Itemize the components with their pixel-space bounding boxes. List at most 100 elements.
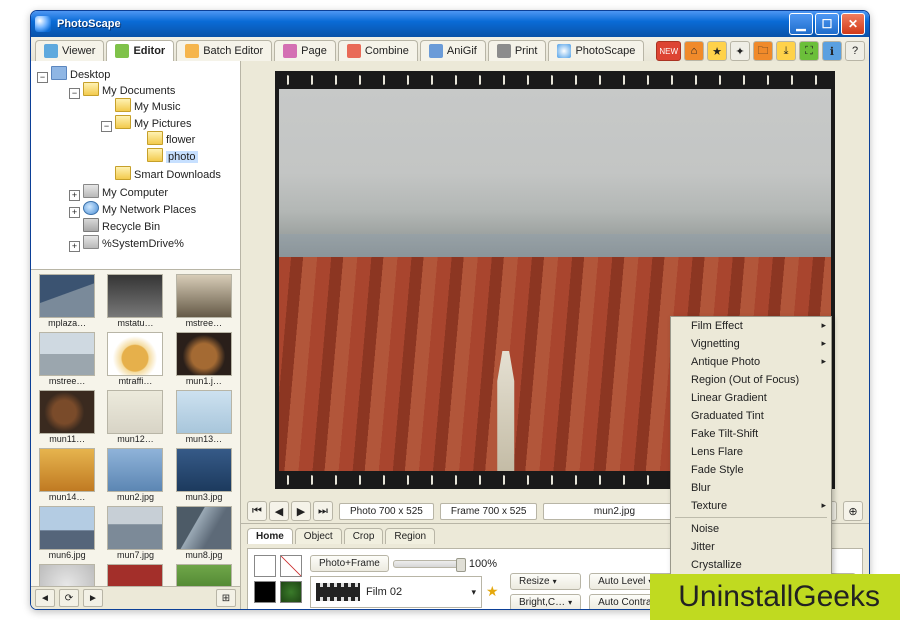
home-icon[interactable]: ⌂ bbox=[684, 41, 704, 61]
thumbnail-item[interactable] bbox=[103, 564, 167, 586]
menu-fade-style[interactable]: Fade Style bbox=[671, 461, 831, 479]
menu-lens-flare[interactable]: Lens Flare bbox=[671, 443, 831, 461]
save-icon[interactable]: ⤓ bbox=[776, 41, 796, 61]
thumbnail-item[interactable]: mplaza… bbox=[35, 274, 99, 328]
tree-flower[interactable]: flower bbox=[131, 130, 238, 147]
thumbnail-item[interactable]: mun12… bbox=[103, 390, 167, 444]
tree-my-music-label: My Music bbox=[134, 101, 180, 113]
tree-systemdrive[interactable]: +%SystemDrive% bbox=[67, 234, 238, 251]
menu-graduated-tint[interactable]: Graduated Tint bbox=[671, 407, 831, 425]
thumbnail-item[interactable]: mun3.jpg bbox=[172, 448, 236, 502]
tree-my-pictures[interactable]: −My Pictures flower photo bbox=[99, 114, 238, 165]
info-icon[interactable]: ℹ bbox=[822, 41, 842, 61]
thumbnail-item[interactable]: mun7.jpg bbox=[103, 506, 167, 560]
thumbnail-item[interactable]: mun11… bbox=[35, 390, 99, 444]
thumbnail-item[interactable]: mun8.jpg bbox=[172, 506, 236, 560]
gear-icon[interactable]: ✦ bbox=[730, 41, 750, 61]
thumbnail-caption: mstree… bbox=[186, 318, 223, 328]
nav-first-button[interactable]: ⏮ bbox=[247, 501, 267, 521]
opacity-slider[interactable] bbox=[393, 560, 465, 568]
thumbnail-item[interactable]: mun14… bbox=[35, 448, 99, 502]
thumbnail-image bbox=[39, 506, 95, 550]
thumbnail-item[interactable]: mstree… bbox=[172, 274, 236, 328]
tab-combine[interactable]: Combine bbox=[338, 40, 418, 61]
thumbnail-item[interactable]: mtraffi… bbox=[103, 332, 167, 386]
thumb-zoom-button[interactable]: ⊞ bbox=[216, 589, 236, 607]
thumbnail-item[interactable]: mun1.j… bbox=[172, 332, 236, 386]
thumb-prev-button[interactable]: ◄ bbox=[35, 589, 55, 607]
thumbnail-item[interactable]: mun13… bbox=[172, 390, 236, 444]
new-badge[interactable]: NEW bbox=[656, 41, 681, 61]
frame-select[interactable]: Film 02 ▾ bbox=[310, 576, 482, 608]
tab-batch-editor[interactable]: Batch Editor bbox=[176, 40, 272, 61]
bright-button[interactable]: Bright,C… bbox=[510, 594, 581, 610]
thumbnail-caption: mun8.jpg bbox=[185, 550, 222, 560]
favorite-star-icon[interactable]: ★ bbox=[486, 584, 502, 600]
menu-film-effect[interactable]: Film Effect bbox=[671, 317, 831, 335]
tab-viewer[interactable]: Viewer bbox=[35, 40, 104, 61]
thumbnail-item[interactable] bbox=[35, 564, 99, 586]
thumbnail-item[interactable]: mstatu… bbox=[103, 274, 167, 328]
tree-photo[interactable]: photo bbox=[131, 147, 238, 164]
thumb-refresh-button[interactable]: ⟳ bbox=[59, 589, 79, 607]
resize-button[interactable]: Resize bbox=[510, 573, 581, 590]
thumbnail-caption: mun7.jpg bbox=[117, 550, 154, 560]
tab-editor-label: Editor bbox=[133, 45, 165, 57]
tree-my-documents[interactable]: −My Documents My Music −My Pictures flow… bbox=[67, 81, 238, 183]
thumbnail-caption: mun14… bbox=[49, 492, 86, 502]
nav-last-button[interactable]: ⏭ bbox=[313, 501, 333, 521]
thumbnail-image bbox=[107, 448, 163, 492]
fullscreen-icon[interactable]: ⛶ bbox=[799, 41, 819, 61]
subtab-object[interactable]: Object bbox=[295, 528, 342, 544]
menu-jitter[interactable]: Jitter bbox=[671, 538, 831, 556]
minimize-button[interactable] bbox=[789, 13, 813, 35]
maximize-button[interactable] bbox=[815, 13, 839, 35]
tree-my-computer[interactable]: +My Computer bbox=[67, 183, 238, 200]
tree-smart-downloads[interactable]: Smart Downloads bbox=[99, 165, 238, 182]
menu-texture[interactable]: Texture bbox=[671, 497, 831, 515]
thumbnail-item[interactable] bbox=[172, 564, 236, 586]
folder-tree[interactable]: −Desktop −My Documents My Music −My Pict… bbox=[31, 61, 240, 270]
subtab-region[interactable]: Region bbox=[385, 528, 435, 544]
tab-editor[interactable]: Editor bbox=[106, 40, 174, 61]
subtab-crop[interactable]: Crop bbox=[344, 528, 384, 544]
tab-viewer-label: Viewer bbox=[62, 45, 95, 57]
swatch-none[interactable] bbox=[280, 555, 302, 577]
menu-noise[interactable]: Noise bbox=[671, 520, 831, 538]
tab-print[interactable]: Print bbox=[488, 40, 547, 61]
tab-photoscape[interactable]: PhotoScape bbox=[548, 40, 644, 61]
nav-next-button[interactable]: ▶ bbox=[291, 501, 311, 521]
menu-vignetting[interactable]: Vignetting bbox=[671, 335, 831, 353]
thumbnail-pane[interactable]: mplaza…mstatu…mstree…mstree…mtraffi…mun1… bbox=[31, 270, 240, 586]
close-button[interactable] bbox=[841, 13, 865, 35]
star-icon[interactable]: ★ bbox=[707, 41, 727, 61]
tree-recycle-bin[interactable]: Recycle Bin bbox=[67, 217, 238, 234]
thumbnail-item[interactable]: mun2.jpg bbox=[103, 448, 167, 502]
tree-my-music[interactable]: My Music bbox=[99, 97, 238, 114]
tab-page[interactable]: Page bbox=[274, 40, 336, 61]
tree-desktop[interactable]: −Desktop −My Documents My Music −My Pict… bbox=[35, 65, 238, 252]
tree-my-network-places[interactable]: +My Network Places bbox=[67, 200, 238, 217]
menu-region-oof[interactable]: Region (Out of Focus) bbox=[671, 371, 831, 389]
menu-antique-photo[interactable]: Antique Photo bbox=[671, 353, 831, 371]
photo-frame-button[interactable]: Photo+Frame bbox=[310, 555, 389, 572]
nav-prev-button[interactable]: ◀ bbox=[269, 501, 289, 521]
folder-icon[interactable]: 🗀 bbox=[753, 41, 773, 61]
menu-linear-gradient[interactable]: Linear Gradient bbox=[671, 389, 831, 407]
menu-blur[interactable]: Blur bbox=[671, 479, 831, 497]
swatch-texture[interactable] bbox=[280, 581, 302, 603]
menu-crystallize[interactable]: Crystallize bbox=[671, 556, 831, 574]
help-icon[interactable]: ? bbox=[845, 41, 865, 61]
swatch-white[interactable] bbox=[254, 555, 276, 577]
zoom-in-button[interactable]: ⊕ bbox=[843, 501, 863, 521]
thumbnail-caption: mun12… bbox=[117, 434, 154, 444]
subtab-home[interactable]: Home bbox=[247, 528, 293, 544]
thumbnail-item[interactable]: mun6.jpg bbox=[35, 506, 99, 560]
thumbnail-caption: mun1.j… bbox=[186, 376, 222, 386]
menu-fake-tilt-shift[interactable]: Fake Tilt-Shift bbox=[671, 425, 831, 443]
thumbnail-caption: mstree… bbox=[49, 376, 86, 386]
swatch-black[interactable] bbox=[254, 581, 276, 603]
thumbnail-item[interactable]: mstree… bbox=[35, 332, 99, 386]
thumb-next-button[interactable]: ► bbox=[83, 589, 103, 607]
tab-anigif[interactable]: AniGif bbox=[420, 40, 486, 61]
